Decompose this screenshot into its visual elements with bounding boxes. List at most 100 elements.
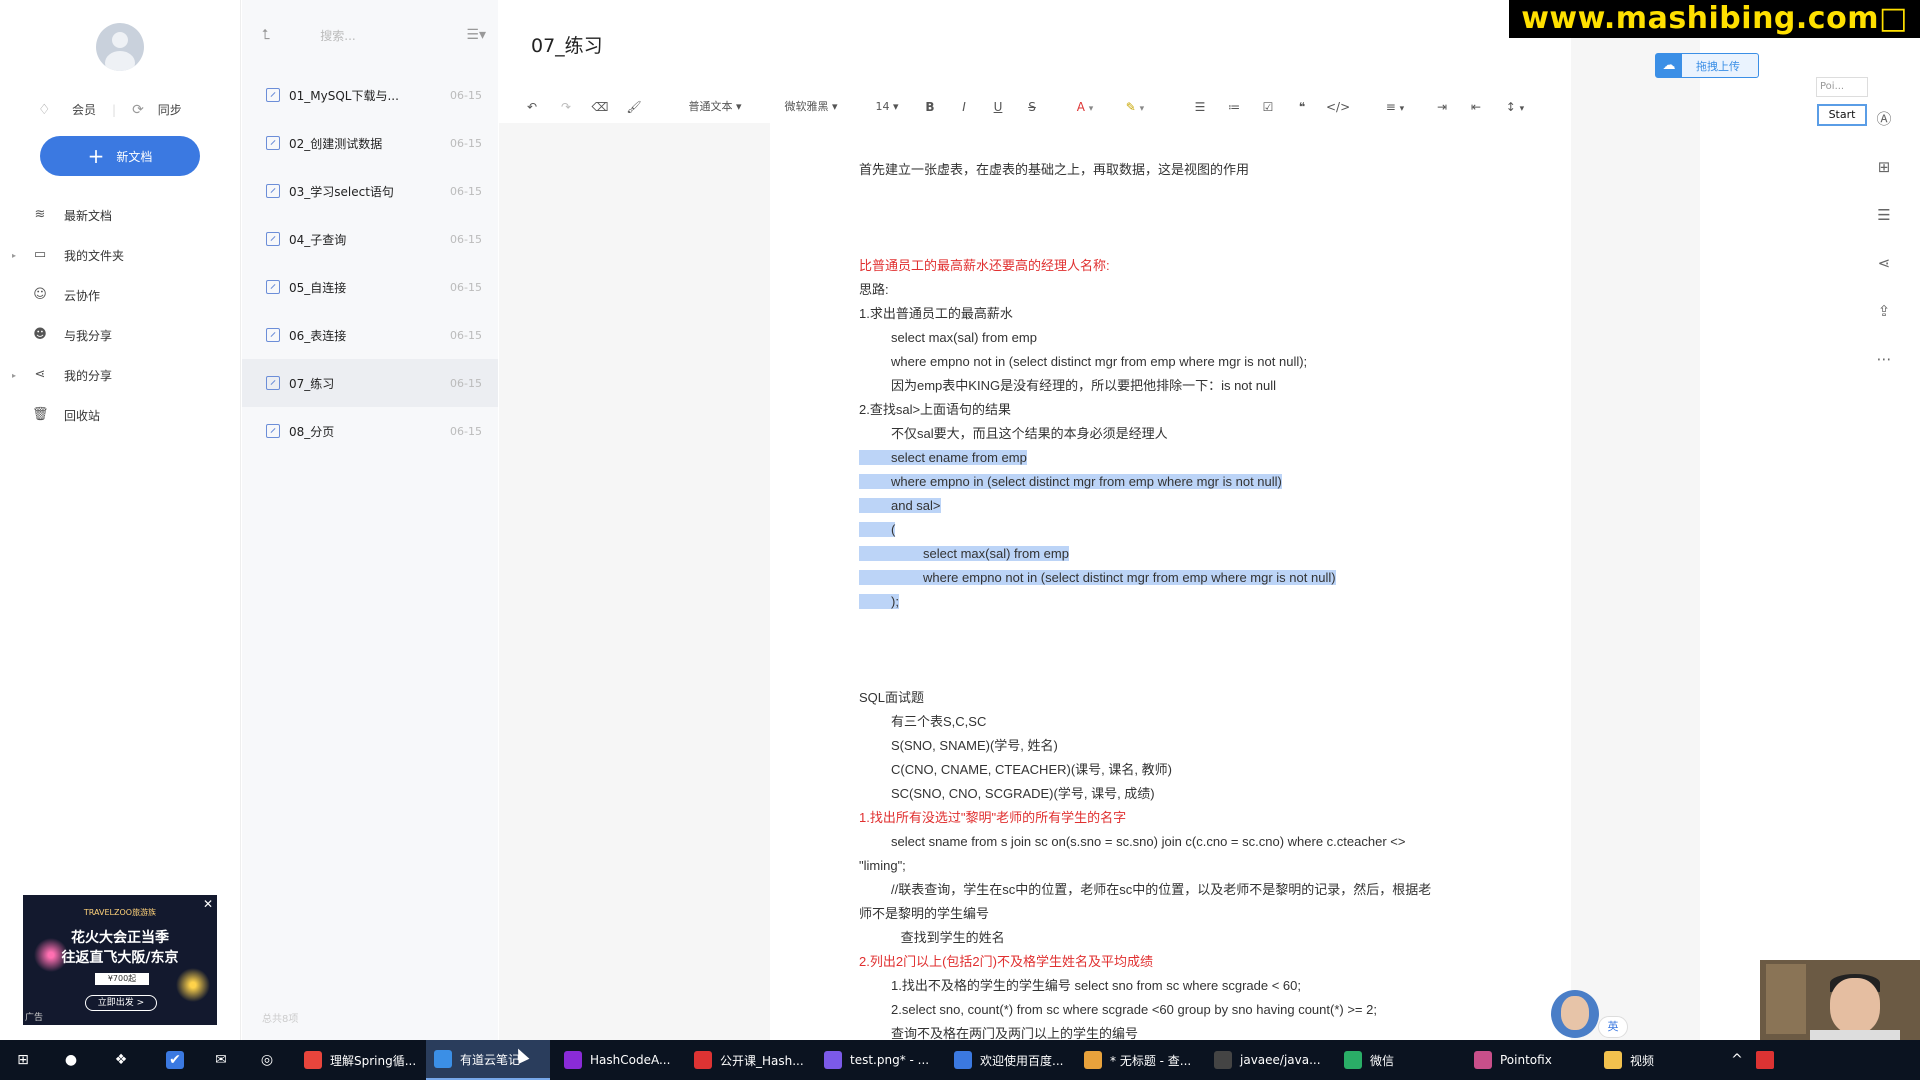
content-line[interactable]: 师不是黎明的学生编号 [859,904,989,924]
advertisement-banner[interactable]: TRAVELZOO旅游族 花火大会正当季 往返直飞大阪/东京 ¥700起 立即出… [23,895,217,1025]
taskbar-app[interactable]: HashCodeA... [556,1040,680,1080]
expand-arrow-icon[interactable]: ▸ [12,251,16,260]
underline-icon[interactable]: U [988,90,1008,124]
sync-icon[interactable]: ⟳ [132,102,144,118]
sidebar-item-trash[interactable]: 🗑 回收站 [0,395,241,435]
taskbar-app[interactable]: 公开课_Hash... [686,1040,810,1080]
content-line[interactable]: 2.查找sal>上面语句的结果 [859,400,1011,420]
font-family-select[interactable]: 微软雅黑 ▾ [776,90,846,124]
content-line[interactable]: 比普通员工的最高薪水还要高的经理人名称: [859,256,1110,276]
export-icon[interactable]: ⇪ [1874,301,1894,321]
document-item-active[interactable]: 07_练习 06-15 [242,359,498,407]
content-line[interactable]: 1.求出普通员工的最高薪水 [859,304,1013,324]
content-line[interactable]: 查找到学生的姓名 [901,928,1005,948]
content-line[interactable]: S(SNO, SNAME)(学号, 姓名) [891,736,1058,756]
indent-increase-icon[interactable]: ⇥ [1432,90,1452,124]
document-title[interactable]: 07_练习 [531,31,603,58]
taskbar-app[interactable]: * 无标题 - 查... [1076,1040,1200,1080]
mail-icon[interactable]: ✉ [212,1051,230,1069]
content-line[interactable]: 因为emp表中KING是没有经理的，所以要把他排除一下：is not null [891,376,1276,396]
content-line[interactable]: 2.select sno, count(*) from sc where scg… [891,1000,1377,1020]
content-line[interactable]: 2.列出2门以上(包括2门)不及格学生姓名及平均成绩 [859,952,1153,972]
content-line[interactable]: select sname from s join sc on(s.sno = s… [891,832,1405,852]
align-icon[interactable]: ≡ ▾ [1380,90,1410,124]
content-line[interactable]: where empno not in (select distinct mgr … [891,352,1307,372]
content-line[interactable]: ( [859,520,896,540]
sort-menu-icon[interactable]: ☰▾ [466,27,486,43]
content-line[interactable]: C(CNO, CNAME, CTEACHER)(课号, 课名, 教师) [891,760,1172,780]
text-mode-icon[interactable]: Ⓐ [1874,109,1894,129]
sync-label[interactable]: 同步 [158,101,182,118]
italic-icon[interactable]: I [954,90,974,124]
document-item[interactable]: 01_MySQL下载与... 06-15 [242,71,498,119]
drag-upload-button[interactable]: ☁ 拖拽上传 [1655,53,1759,78]
vip-label[interactable]: 会员 [72,101,96,118]
checkbox-list-icon[interactable]: ☑ [1258,90,1278,124]
document-item[interactable]: 04_子查询 06-15 [242,215,498,263]
pinned-app-icon[interactable]: ✔ [166,1051,184,1069]
content-line[interactable]: 1.找出所有没选过"黎明"老师的所有学生的名字 [859,808,1126,828]
taskbar-app[interactable]: 有道云笔记 [426,1040,550,1080]
ime-indicator[interactable]: 英 [1598,1016,1628,1038]
paragraph-style-select[interactable]: 普通文本 ▾ [680,90,750,124]
pointofix-title[interactable]: Poi... [1816,77,1868,97]
bulleted-list-icon[interactable]: ☰ [1190,90,1210,124]
diamond-icon[interactable]: ♢ [38,102,58,118]
content-line[interactable]: 1.找出不及格的学生的学生编号 select sno from sc where… [891,976,1301,996]
sidebar-item-my-folders[interactable]: ▸ ▭ 我的文件夹 [0,235,241,275]
ad-cta-button[interactable]: 立即出发 > [85,995,157,1011]
content-line[interactable]: where empno not in (select distinct mgr … [859,568,1336,588]
quote-icon[interactable]: ❝ [1292,90,1312,124]
undo-icon[interactable]: ↶ [522,90,542,124]
content-line[interactable]: where empno in (select distinct mgr from… [859,472,1282,492]
redo-icon[interactable]: ↷ [556,90,576,124]
sidebar-item-cloud-collab[interactable]: ☺ 云协作 [0,275,241,315]
numbered-list-icon[interactable]: ≔ [1224,90,1244,124]
content-line[interactable]: select max(sal) from emp [859,544,1069,564]
back-icon[interactable]: ⮤ [262,27,270,43]
content-line[interactable]: select ename from emp [859,448,1027,468]
content-line[interactable]: SC(SNO, CNO, SCGRADE)(学号, 课号, 成绩) [891,784,1155,804]
sidebar-item-my-shares[interactable]: ▸ ⋖ 我的分享 [0,355,241,395]
taskbar-app[interactable]: Pointofix [1466,1040,1590,1080]
taskbar-app[interactable]: 视频 [1596,1040,1666,1080]
content-line[interactable]: and sal> [859,496,941,516]
user-avatar[interactable] [96,23,144,71]
task-view-icon[interactable]: ❖ [112,1051,130,1069]
eraser-icon[interactable]: ⌫ [590,90,610,124]
content-line[interactable]: 思路: [859,280,889,300]
tray-app-icon[interactable] [1756,1051,1774,1069]
indent-decrease-icon[interactable]: ⇤ [1466,90,1486,124]
cortana-icon[interactable]: ● [62,1051,80,1069]
content-line[interactable]: "liming"; [859,856,906,876]
content-line[interactable]: ); [859,592,899,612]
sidebar-item-shared-with-me[interactable]: ☻ 与我分享 [0,315,241,355]
document-item[interactable]: 08_分页 06-15 [242,407,498,455]
sidebar-item-recent[interactable]: ≋ 最新文档 [0,195,241,235]
content-line[interactable]: 不仅sal要大，而且这个结果的本身必须是经理人 [891,424,1168,444]
new-document-button[interactable]: + 新文档 [40,136,200,176]
format-painter-icon[interactable]: 🖌 [624,90,644,124]
font-size-select[interactable]: 14 ▾ [870,90,904,124]
content-line[interactable]: 有三个表S,C,SC [891,712,986,732]
bold-icon[interactable]: B [920,90,940,124]
close-icon[interactable]: ✕ [203,897,213,911]
content-line[interactable]: select max(sal) from emp [891,328,1037,348]
windows-start-icon[interactable]: ⊞ [14,1051,32,1069]
taskbar-app[interactable]: javaee/java... [1206,1040,1330,1080]
taskbar-app[interactable]: 微信 [1336,1040,1446,1080]
highlight-color-icon[interactable]: ✎ ▾ [1120,90,1150,124]
taskbar-app[interactable]: 理解Spring循... [296,1040,420,1080]
code-icon[interactable]: </> [1326,90,1350,124]
content-line[interactable]: //联表查询，学生在sc中的位置，老师在sc中的位置，以及老师不是黎明的记录，然… [891,880,1431,900]
start-button[interactable]: Start [1817,104,1867,126]
search-input[interactable]: 搜索... [320,27,440,44]
line-height-icon[interactable]: ↕ ▾ [1500,90,1530,124]
document-item[interactable]: 02_创建测试数据 06-15 [242,119,498,167]
strikethrough-icon[interactable]: S [1022,90,1042,124]
share-icon[interactable]: ⋖ [1874,253,1894,273]
pinned-browser-icon[interactable]: ◎ [258,1051,276,1069]
taskbar-app[interactable]: test.png* - ... [816,1040,940,1080]
tray-chevron-icon[interactable]: ^ [1728,1051,1746,1069]
document-item[interactable]: 03_学习select语句 06-15 [242,167,498,215]
